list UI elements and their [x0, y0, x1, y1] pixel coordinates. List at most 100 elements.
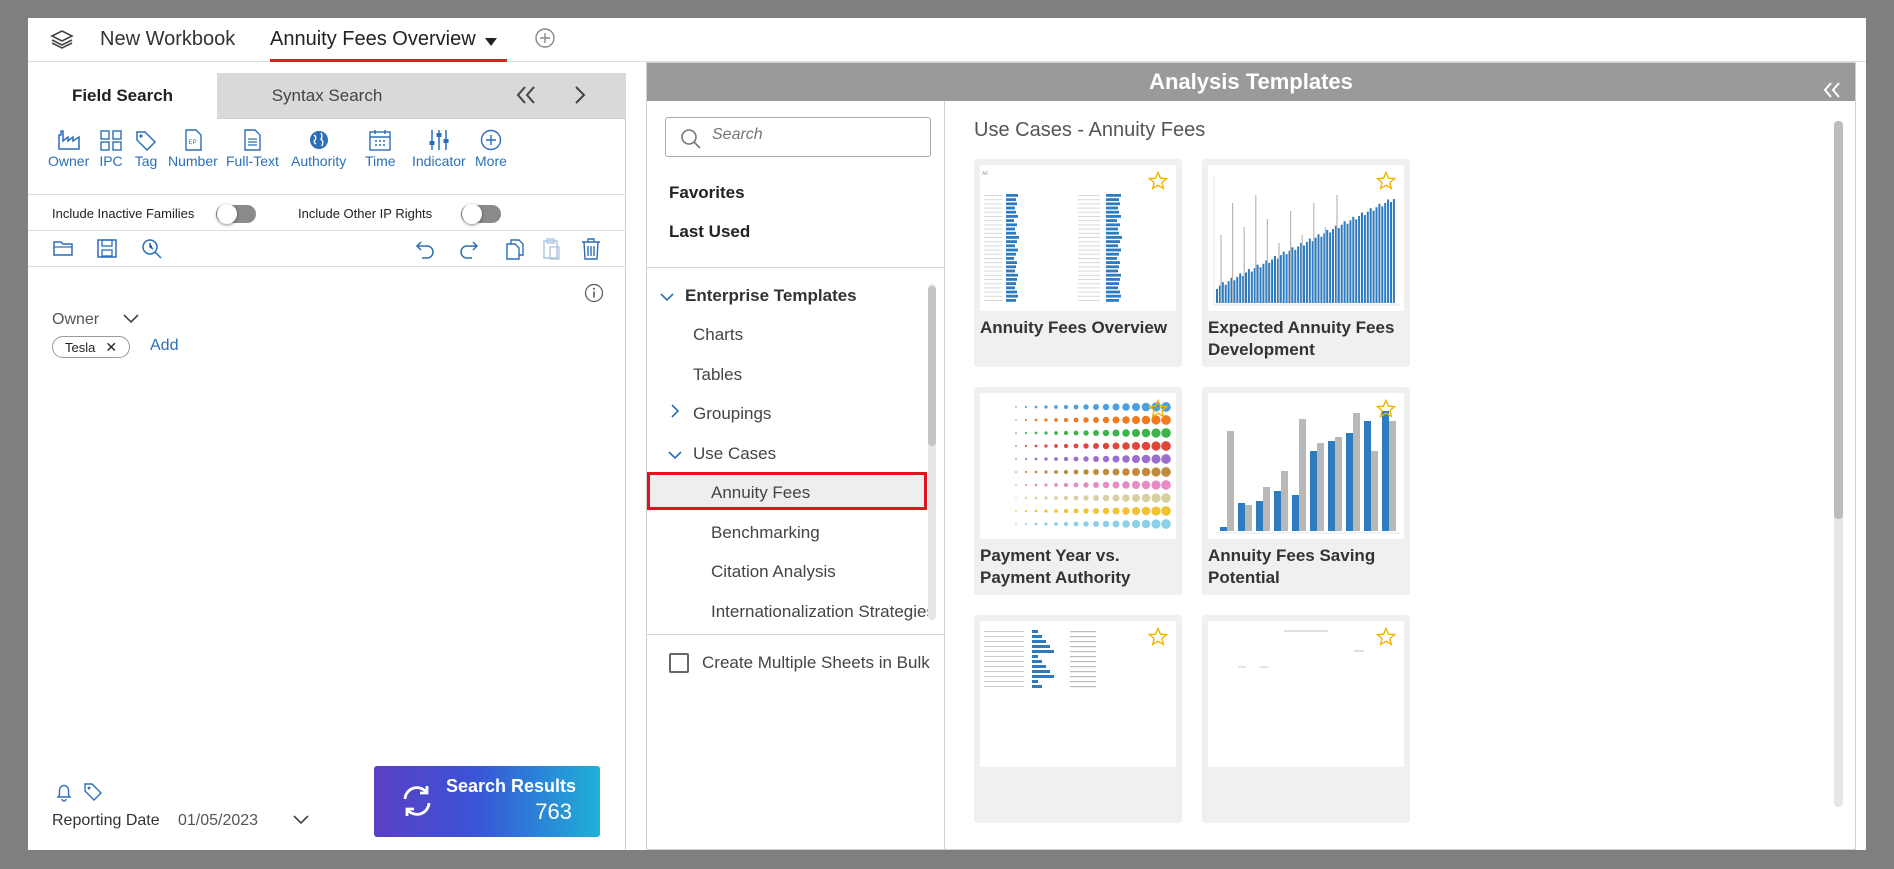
- other-ip-rights-toggle[interactable]: [461, 204, 501, 224]
- tag-icon[interactable]: [83, 782, 103, 807]
- info-icon[interactable]: [584, 283, 604, 308]
- thumb-bar: [1352, 216, 1355, 303]
- favorite-star-icon[interactable]: [1375, 626, 1397, 652]
- template-card-annuity-fees-overview[interactable]: AF Annuity Fees Overview: [974, 159, 1182, 367]
- calendar-icon: [369, 130, 391, 151]
- favorite-star-icon[interactable]: [1147, 398, 1169, 424]
- thumb-bar: [1332, 229, 1334, 303]
- caret-down-icon[interactable]: [484, 34, 498, 52]
- add-tab-icon[interactable]: [534, 27, 556, 54]
- thumb-dot: [1161, 441, 1171, 451]
- thumb-bar: [1106, 290, 1120, 294]
- template-card-annuity-fees-saving-potential[interactable]: Annuity Fees Saving Potential: [1202, 387, 1410, 595]
- thumb-dot: [1122, 442, 1130, 450]
- tree-scrollbar-thumb[interactable]: [928, 286, 936, 446]
- favorites-link[interactable]: Favorites: [669, 183, 745, 203]
- undo-icon[interactable]: [414, 238, 436, 265]
- tree-item-citation-analysis[interactable]: Citation Analysis: [711, 562, 836, 582]
- thumb-dot: [1054, 496, 1058, 500]
- search-input[interactable]: [712, 126, 912, 144]
- tree-item-internationalization-strategies[interactable]: Internationalization Strategies: [711, 602, 935, 622]
- thumb-row-line: [1078, 228, 1100, 230]
- more-fields-button[interactable]: More: [475, 129, 507, 169]
- thumb-row-line: [984, 681, 1024, 682]
- tree-item-annuity-fees[interactable]: Annuity Fees: [711, 483, 810, 503]
- tab-annuity-fees-overview[interactable]: Annuity Fees Overview: [270, 18, 507, 62]
- thumb-dot: [1034, 470, 1038, 474]
- thumb-dot: [1093, 482, 1099, 488]
- thumb-row-line: [984, 237, 1002, 238]
- owner-field-button[interactable]: Owner: [48, 129, 89, 169]
- chevron-down-icon[interactable]: [292, 813, 310, 831]
- tab-syntax-search[interactable]: Syntax Search: [217, 73, 437, 119]
- thumb-dot: [1161, 480, 1171, 490]
- last-used-link[interactable]: Last Used: [669, 222, 750, 242]
- favorite-star-icon[interactable]: [1375, 170, 1397, 196]
- tree-item-tables[interactable]: Tables: [693, 365, 742, 385]
- double-chevron-left-icon[interactable]: [515, 85, 537, 110]
- search-results-button[interactable]: Search Results 763: [374, 766, 600, 837]
- template-search-field[interactable]: [665, 117, 931, 157]
- chevron-right-icon[interactable]: [669, 403, 681, 424]
- favorite-star-icon[interactable]: [1147, 626, 1169, 652]
- authority-field-button[interactable]: Authority: [291, 129, 346, 169]
- thumb-row-line: [1078, 253, 1100, 255]
- close-icon[interactable]: ✕: [105, 339, 117, 355]
- bulk-sheets-checkbox[interactable]: [669, 653, 689, 673]
- template-card[interactable]: [974, 615, 1182, 823]
- thumb-dot: [1054, 418, 1058, 422]
- tree-item-enterprise-templates[interactable]: Enterprise Templates: [685, 286, 857, 306]
- redo-icon[interactable]: [458, 238, 480, 265]
- save-icon[interactable]: [96, 238, 118, 263]
- thumb-row-line: [984, 661, 1024, 662]
- reporting-date-value[interactable]: 01/05/2023: [178, 812, 258, 830]
- number-field-button[interactable]: EP Number: [168, 129, 218, 169]
- favorite-star-icon[interactable]: [1375, 398, 1397, 424]
- template-card-payment-year-vs-authority[interactable]: Payment Year vs. Payment Authority: [974, 387, 1182, 595]
- tag-field-button[interactable]: Tag: [134, 129, 158, 169]
- thumb-row-line: [1070, 651, 1096, 653]
- owner-chip-tesla[interactable]: Tesla ✕: [52, 336, 131, 358]
- template-card[interactable]: [1202, 615, 1410, 823]
- full-text-field-button[interactable]: Full-Text: [226, 129, 279, 169]
- owner-filter-label[interactable]: Owner: [52, 311, 99, 329]
- tree-item-charts[interactable]: Charts: [693, 325, 743, 345]
- thumb-bar: [1299, 419, 1306, 531]
- chevron-right-icon[interactable]: [573, 85, 587, 110]
- thumb-bar: [1303, 245, 1305, 303]
- indicator-field-button[interactable]: Indicator: [412, 129, 466, 169]
- thumb-bar: [1314, 237, 1317, 303]
- thumb-dot: [1151, 441, 1161, 451]
- thumb-bar: [1310, 451, 1317, 531]
- tree-item-use-cases[interactable]: Use Cases: [693, 444, 776, 464]
- thumb-dot: [1083, 469, 1089, 475]
- bulk-sheets-label[interactable]: Create Multiple Sheets in Bulk: [702, 653, 930, 673]
- bell-icon[interactable]: [54, 782, 74, 807]
- copy-icon[interactable]: [504, 238, 526, 265]
- folder-open-icon[interactable]: [52, 238, 76, 263]
- thumb-dot: [1034, 418, 1038, 422]
- ipc-field-button[interactable]: IPC: [99, 129, 123, 169]
- layers-icon[interactable]: [50, 28, 74, 55]
- thumb-dot: [1044, 470, 1048, 474]
- time-field-button[interactable]: Time: [365, 129, 396, 169]
- gallery-scrollbar-thumb[interactable]: [1834, 121, 1843, 519]
- thumb-bar: [1381, 206, 1384, 303]
- favorite-star-icon[interactable]: [1147, 170, 1169, 196]
- thumb-bar: [1259, 267, 1262, 303]
- chevron-down-icon[interactable]: [122, 312, 140, 330]
- history-search-icon[interactable]: [140, 238, 164, 265]
- inactive-families-toggle[interactable]: [216, 204, 256, 224]
- globe-icon: [309, 131, 328, 149]
- add-owner-link[interactable]: Add: [150, 337, 178, 355]
- chevron-down-icon[interactable]: [659, 290, 675, 308]
- tab-field-search[interactable]: Field Search: [28, 73, 217, 120]
- tree-item-groupings[interactable]: Groupings: [693, 404, 771, 424]
- tree-item-benchmarking[interactable]: Benchmarking: [711, 523, 820, 543]
- thumb-dot: [1015, 458, 1017, 460]
- tab-new-workbook[interactable]: New Workbook: [100, 18, 235, 62]
- template-card-expected-annuity-fees-development[interactable]: Expected Annuity Fees Development: [1202, 159, 1410, 367]
- chevron-down-icon[interactable]: [667, 448, 683, 466]
- thumb-bar: [1006, 231, 1016, 235]
- trash-icon[interactable]: [580, 238, 602, 265]
